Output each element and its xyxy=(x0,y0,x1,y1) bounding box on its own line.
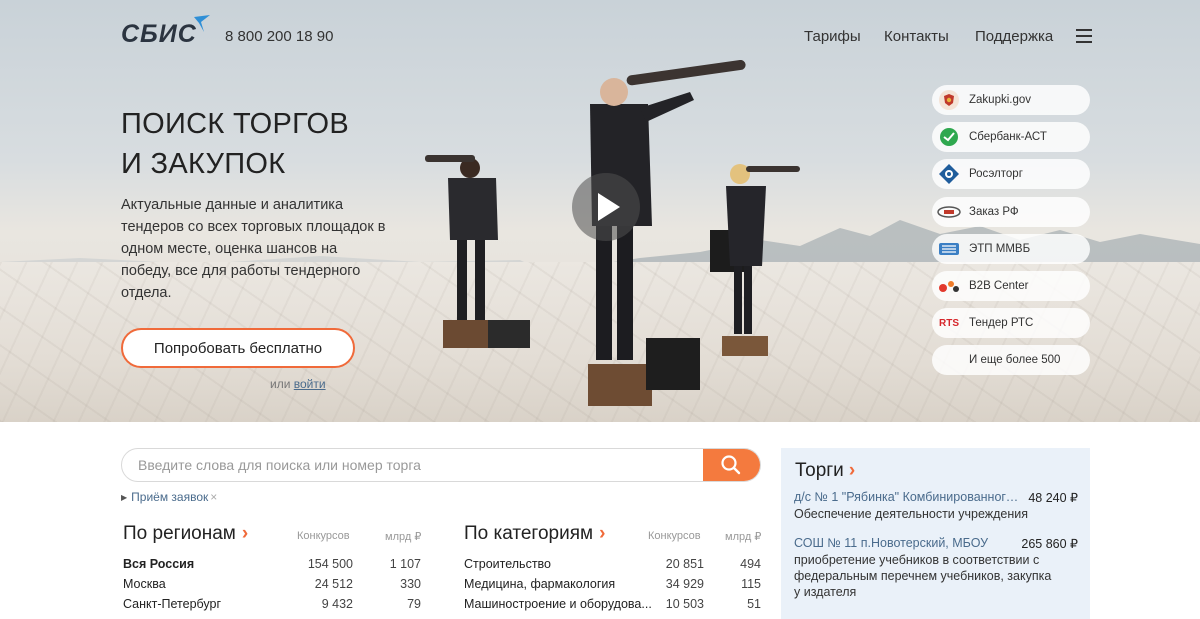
platform-tender-rts[interactable]: RTS Тендер РТС xyxy=(932,308,1090,339)
platform-label: Zakupki.gov xyxy=(969,94,1032,106)
search-input[interactable] xyxy=(122,449,702,481)
platform-zakupki-gov[interactable]: Zakupki.gov xyxy=(932,85,1090,115)
play-video-button[interactable] xyxy=(572,173,640,241)
regions-title-label: По регионам xyxy=(123,523,236,544)
platform-label: И еще более 500 xyxy=(969,354,1061,367)
region-name[interactable]: Санкт-Петербург xyxy=(123,597,221,617)
tender-description: Обеспечение деятельности учреждения xyxy=(794,507,1029,521)
category-count: 10 503 xyxy=(665,597,704,611)
category-sum: 51 xyxy=(747,597,761,611)
tenders-panel: Торги › д/с № 1 "Рябинка" Комбинированног… xyxy=(781,448,1090,619)
tender-organization[interactable]: СОШ № 11 п.Новотерский, МБОУ xyxy=(794,536,1022,550)
platform-label: Росэлторг xyxy=(969,168,1023,181)
categories-col-count: Конкурсов xyxy=(648,530,701,542)
region-count: 24 512 xyxy=(314,577,353,591)
nav-contacts[interactable]: Контакты xyxy=(884,28,949,45)
search-bar xyxy=(121,448,761,482)
platform-etp-mmvb[interactable]: ЭТП ММВБ xyxy=(932,233,1090,264)
active-filter-tag[interactable]: ▶ Приём заявок × xyxy=(121,490,217,504)
rts-icon: RTS xyxy=(936,312,962,334)
logo-bird-icon xyxy=(194,15,210,32)
or-label: или xyxy=(270,377,291,391)
tender-price: 265 860 ₽ xyxy=(1021,537,1078,551)
search-button[interactable] xyxy=(703,449,760,481)
category-name[interactable]: Медицина, фармакология xyxy=(464,577,615,597)
chevron-right-icon: › xyxy=(599,523,606,544)
tender-price: 48 240 ₽ xyxy=(1028,491,1078,505)
nav-tariffs[interactable]: Тарифы xyxy=(804,28,861,45)
platform-b2b-center[interactable]: B2B Center xyxy=(932,270,1090,301)
region-name[interactable]: Москва xyxy=(123,577,166,597)
tenders-title[interactable]: Торги › xyxy=(795,460,855,482)
hero-title-line-2: И ЗАКУПОК xyxy=(121,148,286,180)
category-name[interactable]: Машиностроение и оборудова... xyxy=(464,597,652,617)
b2b-center-icon xyxy=(936,275,962,297)
platform-roseltorg[interactable]: Росэлторг xyxy=(932,159,1090,190)
rts-logo-text: RTS xyxy=(939,317,959,329)
platform-zakaz-rf[interactable]: Заказ РФ xyxy=(932,196,1090,227)
region-name[interactable]: Вся Россия xyxy=(123,557,194,577)
category-count: 34 929 xyxy=(665,577,704,591)
site-header: СБИС 8 800 200 18 90 Тарифы Контакты Под… xyxy=(0,0,1200,74)
category-name[interactable]: Строительство xyxy=(464,557,551,577)
platform-label: Тендер РТС xyxy=(969,317,1034,330)
search-icon xyxy=(721,455,741,475)
platform-more[interactable]: И еще более 500 xyxy=(932,345,1090,376)
tender-description: приобретение учебников в соответствии с … xyxy=(794,553,1052,599)
regions-col-count: Конкурсов xyxy=(297,530,350,542)
russia-emblem-icon xyxy=(936,89,962,111)
category-sum: 494 xyxy=(740,557,761,571)
sberbank-icon xyxy=(936,126,962,148)
hero-banner: СБИС 8 800 200 18 90 Тарифы Контакты Под… xyxy=(0,0,1200,422)
region-sum: 1 107 xyxy=(389,557,421,571)
platform-more-spacer xyxy=(936,349,962,371)
mmvb-icon xyxy=(936,238,962,260)
sbis-logo[interactable]: СБИС xyxy=(121,20,197,49)
tenders-title-label: Торги xyxy=(795,460,844,481)
categories-title[interactable]: По категориям › xyxy=(464,523,605,545)
chevron-right-icon: › xyxy=(848,460,856,481)
platform-list: Zakupki.gov Сбербанк-АСТ Росэлторг Заказ… xyxy=(932,85,1090,383)
hero-title: ПОИСК ТОРГОВ И ЗАКУПОК xyxy=(121,104,349,184)
filter-label: Приём заявок xyxy=(131,490,209,504)
remove-filter-icon[interactable]: × xyxy=(210,490,217,504)
tender-item[interactable]: д/с № 1 "Рябинка" Комбинированного вида … xyxy=(794,490,1084,522)
platform-label: Сбербанк-АСТ xyxy=(969,131,1047,144)
try-free-button[interactable]: Попробовать бесплатно xyxy=(121,328,355,368)
hero-description: Актуальные данные и аналитика тендеров с… xyxy=(121,197,386,301)
triangle-right-icon: ▶ xyxy=(121,493,128,502)
region-sum: 79 xyxy=(407,597,421,611)
platform-sberbank-ast[interactable]: Сбербанк-АСТ xyxy=(932,122,1090,153)
roseltorg-icon xyxy=(936,163,962,185)
login-link[interactable]: войти xyxy=(294,377,326,391)
menu-icon[interactable] xyxy=(1076,29,1092,43)
hero-title-line-1: ПОИСК ТОРГОВ xyxy=(121,108,350,140)
platform-label: B2B Center xyxy=(969,279,1029,292)
tender-organization[interactable]: д/с № 1 "Рябинка" Комбинированного вида xyxy=(794,490,1022,504)
zakaz-rf-icon xyxy=(936,201,962,223)
chevron-right-icon: › xyxy=(241,523,249,544)
regions-title[interactable]: По регионам › xyxy=(123,523,248,545)
region-count: 9 432 xyxy=(321,597,353,611)
region-sum: 330 xyxy=(400,577,421,591)
platform-label: Заказ РФ xyxy=(969,205,1019,218)
regions-col-sum: млрд ₽ xyxy=(385,531,422,543)
nav-support[interactable]: Поддержка xyxy=(975,28,1053,45)
region-count: 154 500 xyxy=(307,557,353,571)
phone-number: 8 800 200 18 90 xyxy=(225,28,334,45)
categories-title-label: По категориям xyxy=(464,523,594,544)
tender-item[interactable]: СОШ № 11 п.Новотерский, МБОУ 265 860 ₽ п… xyxy=(794,536,1084,600)
businessmen-with-telescopes-illustration xyxy=(425,60,800,406)
category-count: 20 851 xyxy=(665,557,704,571)
platform-label: ЭТП ММВБ xyxy=(969,242,1031,255)
categories-col-sum: млрд ₽ xyxy=(725,531,762,543)
or-login-text: или войти xyxy=(270,377,326,391)
category-sum: 115 xyxy=(741,577,761,591)
